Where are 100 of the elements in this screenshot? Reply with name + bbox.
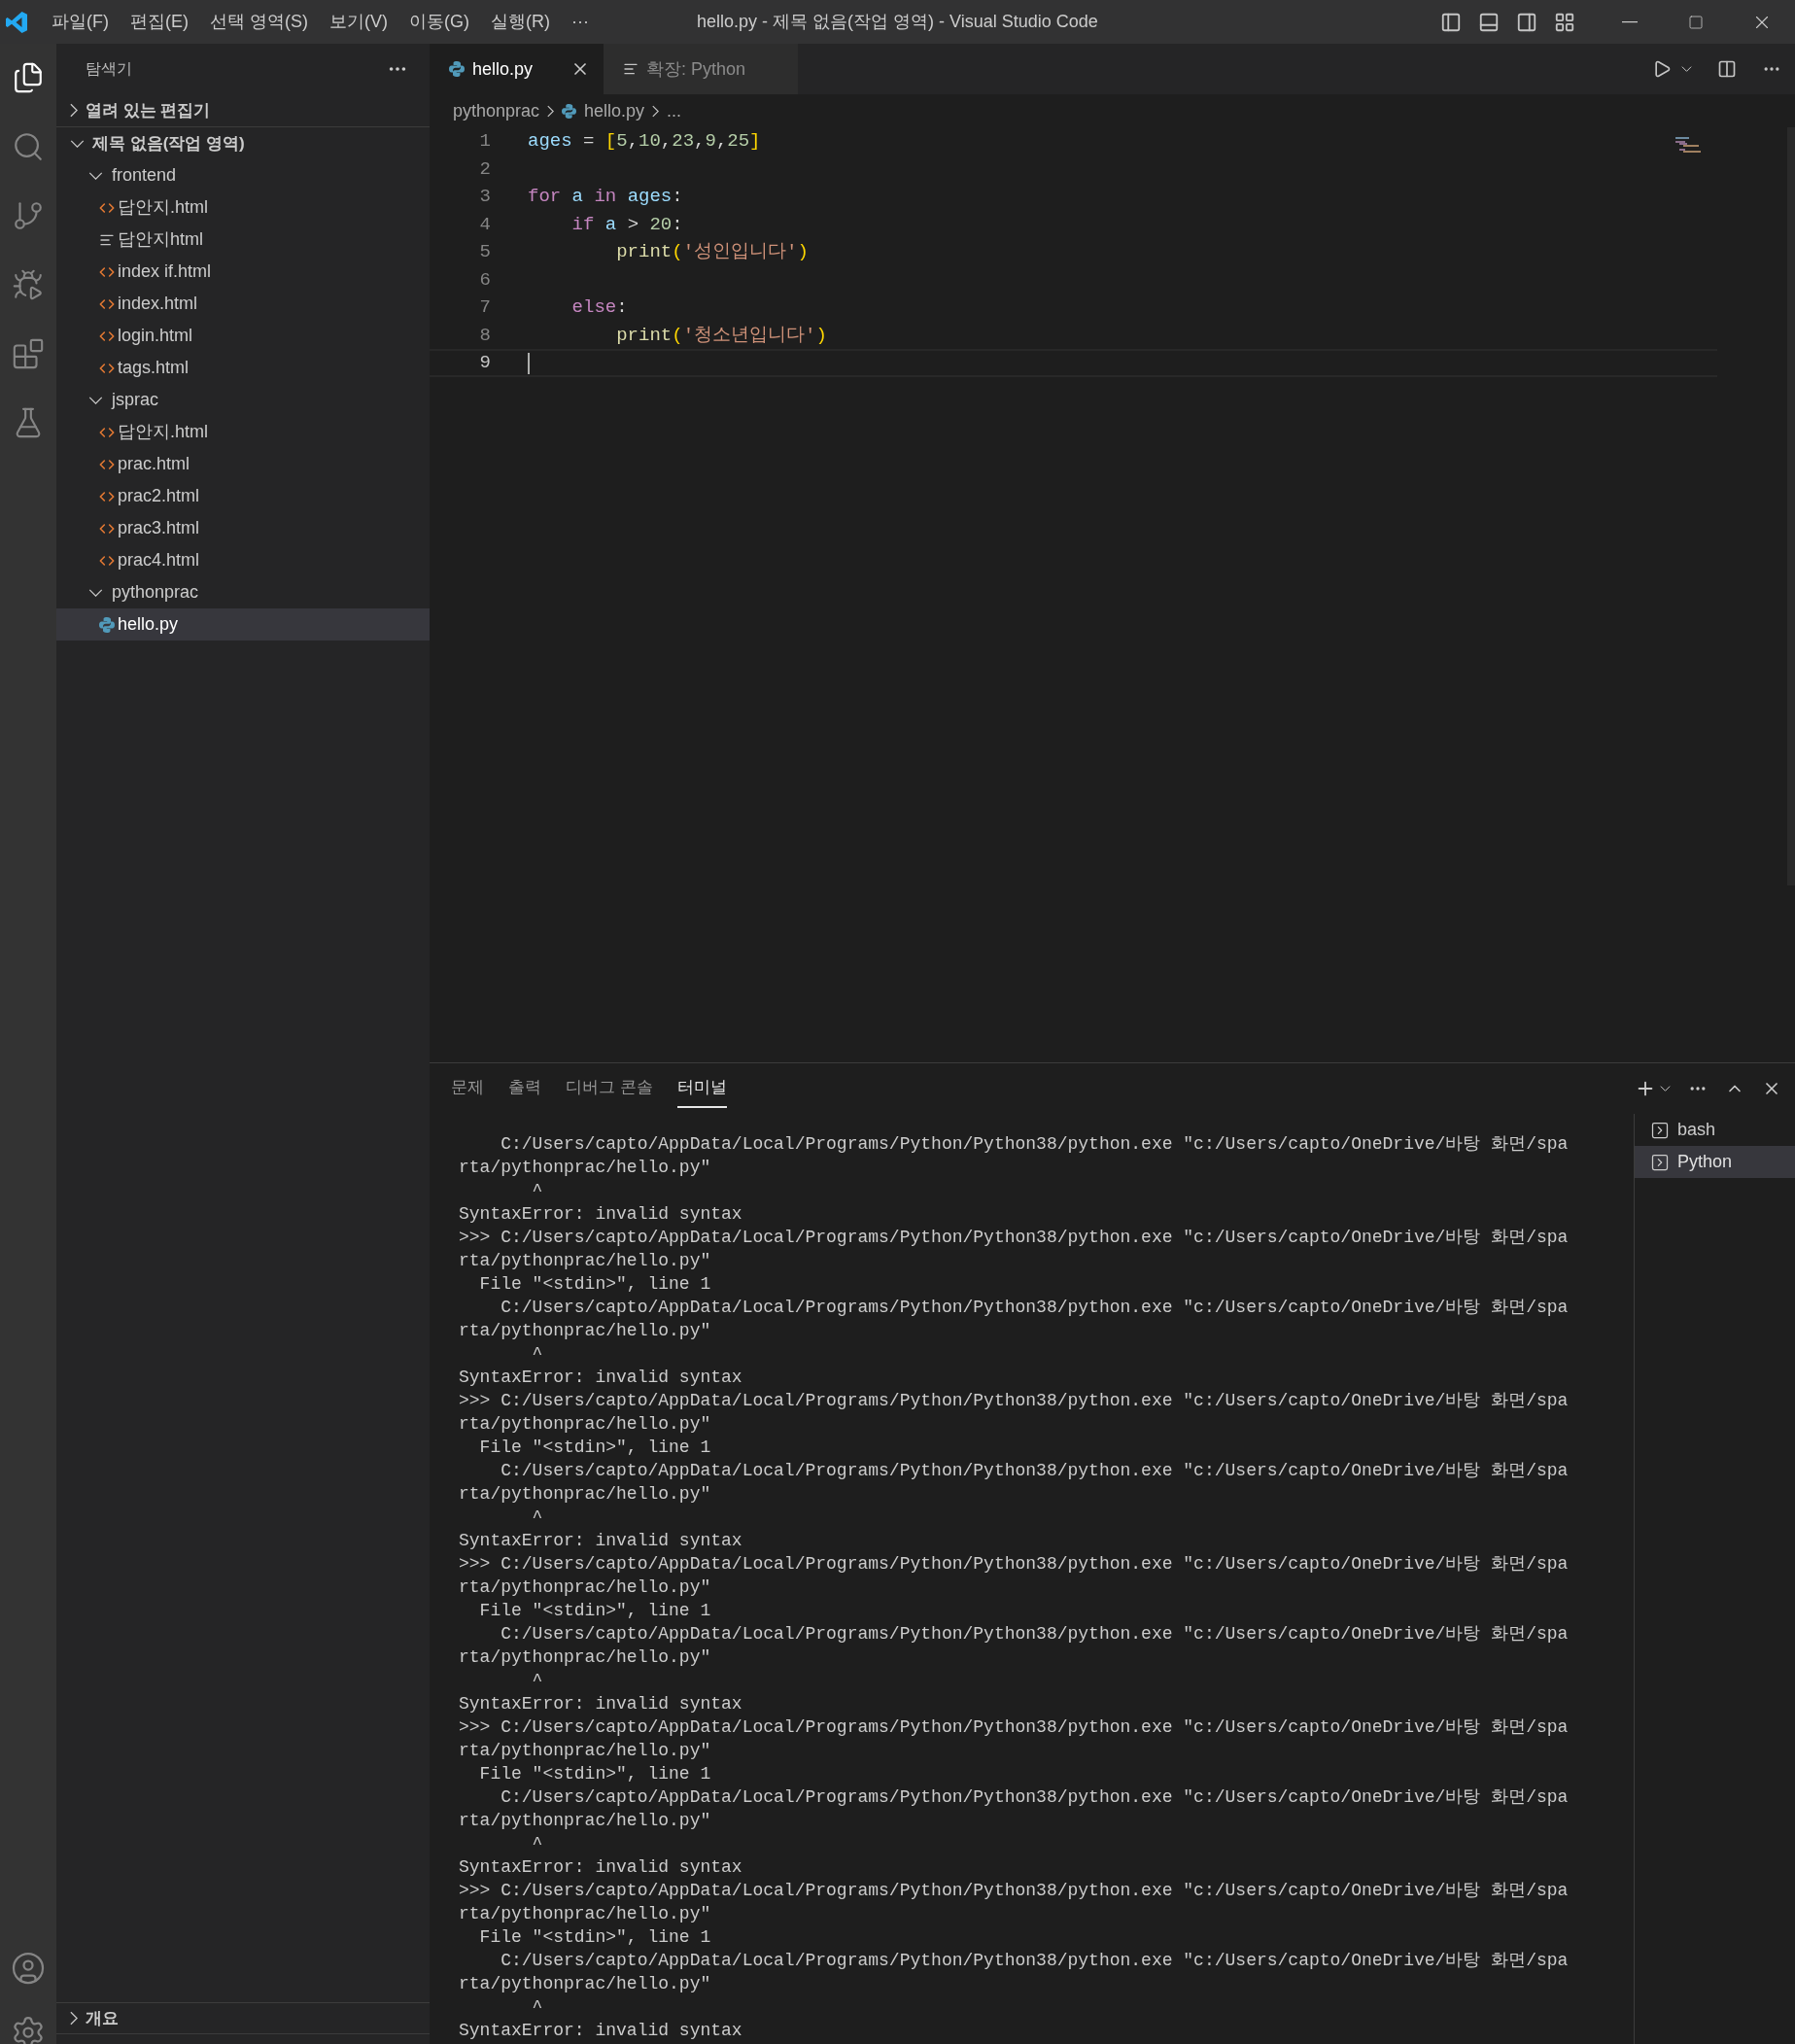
breadcrumb-item[interactable]: ... [667, 97, 682, 124]
file-item[interactable]: prac3.html [56, 512, 430, 544]
search-icon[interactable] [12, 130, 45, 163]
menu-item[interactable]: 이동(G) [398, 9, 480, 35]
branch-icon[interactable] [12, 199, 45, 232]
run-debug-icon[interactable] [12, 268, 45, 301]
terminal-line: >>> C:/Users/capto/AppData/Local/Programs/Python/Python38/python.exe "c:/Users/capto/OneDrive/바탕 화면/spa [459, 1227, 1569, 1249]
terminal-line: ^ [531, 1180, 543, 1202]
folder-item[interactable]: pythonprac [56, 576, 430, 608]
code-line: print('청소년입니다') [615, 323, 827, 348]
terminal-icon [1650, 1120, 1670, 1140]
terminal-line: SyntaxError: invalid syntax [459, 1367, 742, 1389]
section-header[interactable]: 열려 있는 편집기 [56, 94, 430, 126]
menu-item[interactable]: 편집(E) [120, 9, 199, 35]
files-icon[interactable] [12, 61, 45, 94]
chevron-right-icon [547, 104, 555, 118]
terminal-line: >>> C:/Users/capto/AppData/Local/Programs/Python/Python38/python.exe "c:/Users/capto/OneDrive/바탕 화면/spa [459, 1553, 1569, 1576]
file-item[interactable]: 답안지.html [56, 191, 430, 224]
file-item[interactable]: prac2.html [56, 480, 430, 512]
panel-tab[interactable]: 출력 [508, 1069, 541, 1108]
terminal-line: ^ [531, 1343, 543, 1366]
terminal-line: rta/pythonprac/hello.py" [459, 1740, 711, 1762]
menu-item[interactable]: 파일(F) [41, 9, 120, 35]
maximize-icon [1688, 14, 1704, 30]
menu-item[interactable]: 선택 영역(S) [199, 9, 319, 35]
run-icon[interactable] [1652, 59, 1672, 79]
minimize-icon [1622, 20, 1638, 23]
section-header[interactable]: 제목 없음(작업 영역) [56, 127, 430, 159]
settings-icon[interactable] [11, 2015, 46, 2044]
folder-item[interactable]: frontend [56, 159, 430, 191]
python-icon [99, 616, 115, 633]
secondary-sidebar-toggle-icon[interactable] [1516, 11, 1537, 33]
breadcrumb-item[interactable]: pythonprac [453, 97, 540, 124]
layout-icon[interactable] [1554, 11, 1575, 33]
terminal-line: rta/pythonprac/hello.py" [459, 1413, 711, 1436]
line-number: 5 [478, 240, 491, 264]
terminal-line: >>> C:/Users/capto/AppData/Local/Programs/Python/Python38/python.exe "c:/Users/capto/OneDrive/바탕 화면/spa [459, 1716, 1569, 1739]
code-line: ages = [5,10,23,9,25] [528, 129, 761, 154]
file-item[interactable]: tags.html [56, 352, 430, 384]
terminal-line: ^ [531, 1507, 543, 1529]
file-item[interactable]: prac.html [56, 448, 430, 480]
text-cursor [528, 353, 530, 374]
line-number: 6 [478, 267, 491, 293]
terminal-line: rta/pythonprac/hello.py" [459, 1576, 711, 1599]
folder-item[interactable]: jsprac [56, 384, 430, 416]
terminal-line: C:/Users/capto/AppData/Local/Programs/Python/Python38/python.exe "c:/Users/capto/OneDrive/바탕 화면/spa [500, 1133, 1569, 1156]
file-item[interactable]: prac4.html [56, 544, 430, 576]
python-icon [562, 103, 577, 119]
file-item[interactable]: 답안지.html [56, 416, 430, 448]
extensions-icon[interactable] [12, 337, 45, 370]
terminal-line: C:/Users/capto/AppData/Local/Programs/Python/Python38/python.exe "c:/Users/capto/OneDrive/바탕 화면/spa [500, 1297, 1569, 1319]
terminal-line: >>> C:/Users/capto/AppData/Local/Programs/Python/Python38/python.exe "c:/Users/capto/OneDrive/바탕 화면/spa [459, 1390, 1569, 1412]
menu-item[interactable]: ··· [561, 9, 600, 35]
editor-tab[interactable]: hello.py [430, 44, 604, 94]
panel-tab[interactable]: 터미널 [676, 1069, 727, 1108]
line-number: 9 [478, 351, 491, 375]
python-icon [449, 61, 465, 77]
line-number: 8 [478, 323, 491, 348]
split-editor-icon[interactable] [1717, 59, 1737, 79]
terminal-line: ^ [531, 1833, 543, 1855]
terminal-line: C:/Users/capto/AppData/Local/Programs/Python/Python38/python.exe "c:/Users/capto/OneDrive/바탕 화면/spa [500, 1950, 1569, 1972]
menu-item[interactable]: 실행(R) [480, 9, 561, 35]
line-number: 2 [478, 156, 491, 182]
line-number: 7 [478, 295, 491, 320]
menu-item[interactable]: 보기(V) [319, 9, 398, 35]
panel-tab[interactable]: 문제 [451, 1069, 484, 1108]
chevron-down-icon[interactable] [1681, 66, 1692, 72]
terminal-line: rta/pythonprac/hello.py" [459, 1646, 711, 1669]
section-header[interactable]: 개요 [56, 2002, 430, 2034]
file-item[interactable]: index if.html [56, 256, 430, 288]
terminal-line: rta/pythonprac/hello.py" [459, 1483, 711, 1506]
file-item[interactable]: login.html [56, 320, 430, 352]
chevron-down-icon[interactable] [1660, 1086, 1671, 1091]
file-item[interactable]: 답안지html [56, 224, 430, 256]
terminal-list-item[interactable]: bash [1635, 1114, 1795, 1146]
account-icon[interactable] [11, 1951, 46, 1986]
panel-tab[interactable]: 디버그 콘솔 [566, 1069, 653, 1108]
terminal-line: C:/Users/capto/AppData/Local/Programs/Python/Python38/python.exe "c:/Users/capto/OneDrive/바탕 화면/spa [500, 1623, 1569, 1646]
lines-icon [623, 61, 639, 77]
line-number: 3 [478, 185, 491, 209]
terminal-line: SyntaxError: invalid syntax [459, 1203, 742, 1226]
chevron-right-icon [652, 104, 660, 118]
code-line: print('성인입니다') [615, 240, 809, 264]
terminal-line: rta/pythonprac/hello.py" [459, 1250, 711, 1272]
terminal-list-item[interactable]: Python [1635, 1146, 1795, 1178]
terminal-line: SyntaxError: invalid syntax [459, 2020, 742, 2042]
file-item[interactable]: hello.py [56, 608, 430, 641]
code-line: else: [570, 295, 628, 320]
terminal-line: File "<stdin>", line 1 [478, 1437, 711, 1459]
breadcrumb-item[interactable]: hello.py [562, 97, 645, 124]
terminal-line: rta/pythonprac/hello.py" [459, 1973, 711, 1995]
panel-toggle-icon[interactable] [1478, 11, 1500, 33]
terminal-line: SyntaxError: invalid syntax [459, 1856, 742, 1879]
terminal-line: File "<stdin>", line 1 [478, 1600, 711, 1622]
file-item[interactable]: index.html [56, 288, 430, 320]
terminal-line: SyntaxError: invalid syntax [459, 1693, 742, 1715]
terminal-line: rta/pythonprac/hello.py" [459, 1903, 711, 1925]
minimap-drawing [1675, 137, 1703, 153]
sidebar-toggle-icon[interactable] [1440, 11, 1462, 33]
editor-tab[interactable]: 확장: Python [604, 44, 798, 94]
